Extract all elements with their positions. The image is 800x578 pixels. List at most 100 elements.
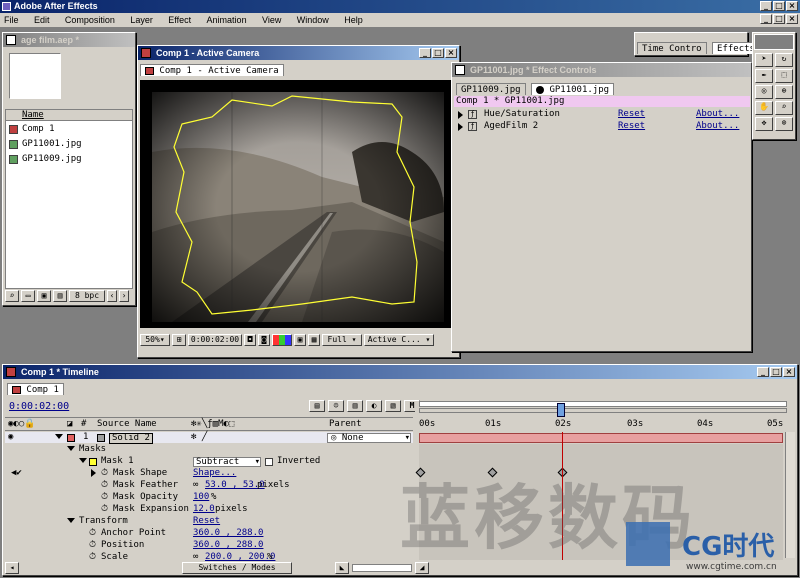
stopwatch-icon[interactable]: ⏱: [101, 492, 108, 503]
expand-arrow-icon[interactable]: [458, 123, 463, 131]
tab-gp11001[interactable]: GP11001.jpg: [531, 83, 615, 95]
tools-titlebar[interactable]: [754, 34, 794, 50]
trash-icon[interactable]: ▥: [53, 290, 67, 302]
mask-property-row[interactable]: ◀✔ ⏱ Mask Shape Shape...: [5, 468, 413, 479]
effect-row[interactable]: ƒ Hue/Saturation Reset About...: [454, 109, 750, 120]
folder-icon[interactable]: ▭: [21, 290, 35, 302]
menu-composition[interactable]: Composition: [65, 15, 115, 25]
mask-expand-arrow-icon[interactable]: [79, 456, 87, 467]
comp-minimize-button[interactable]: _: [419, 48, 431, 58]
layer-name[interactable]: Solid 2: [109, 433, 153, 444]
masks-group-row[interactable]: Masks: [5, 444, 413, 455]
orbit-camera-tool-icon[interactable]: ◎: [755, 85, 773, 99]
mask-row[interactable]: Mask 1 Subtract ▾ Inverted: [5, 456, 413, 467]
transform-property-row[interactable]: ⏱ Scale ∞ 200.0 , 200.0 %: [5, 552, 413, 562]
rectangle-mask-tool-icon[interactable]: ⬚: [775, 69, 793, 83]
project-item[interactable]: GP11009.jpg: [6, 154, 132, 165]
scroll-left-icon[interactable]: ‹: [107, 290, 117, 302]
project-titlebar[interactable]: age film.aep *: [3, 33, 135, 47]
mask-feather-value[interactable]: 53.0 , 53.0: [205, 480, 265, 491]
frame-blend-icon[interactable]: ▥: [347, 400, 363, 412]
comp-marker-icon[interactable]: ▤: [309, 400, 325, 412]
tab-time-controls[interactable]: Time Contro: [637, 42, 707, 54]
masks-expand-arrow-icon[interactable]: [67, 444, 75, 455]
timeline-maximize-button[interactable]: □: [770, 367, 782, 377]
timeline-vertical-scrollbar[interactable]: [785, 432, 795, 558]
region-icon[interactable]: ▣: [294, 334, 306, 346]
app-maximize-button[interactable]: □: [773, 1, 785, 11]
zoom-out-icon[interactable]: ◣: [335, 561, 349, 574]
mask-property-row[interactable]: ⏱ Mask Feather ∞ 53.0 , 53.0 pixels: [5, 480, 413, 491]
mask-mode-dropdown[interactable]: Subtract ▾: [193, 457, 261, 467]
mask-expansion-value[interactable]: 12.0: [193, 504, 215, 515]
resolution-dropdown[interactable]: Full ▾: [322, 334, 362, 346]
comp-frame-image[interactable]: [152, 92, 444, 322]
transform-group-row[interactable]: Transform Reset: [5, 516, 413, 527]
layer-expand-arrow-icon[interactable]: [55, 432, 63, 443]
mask-property-row[interactable]: ⏱ Mask Expansion 12.0 pixels: [5, 504, 413, 515]
inverted-checkbox[interactable]: [265, 458, 273, 466]
menu-layer[interactable]: Layer: [130, 15, 153, 25]
new-comp-icon[interactable]: ▣: [37, 290, 51, 302]
tab-comp-1[interactable]: Comp 1: [7, 383, 64, 395]
time-navigator[interactable]: [419, 408, 787, 413]
camera-dropdown[interactable]: Active C... ▾: [364, 334, 434, 346]
bpc-button[interactable]: 8 bpc: [69, 290, 105, 302]
effect-about-link[interactable]: About...: [696, 121, 739, 132]
snapshot-icon[interactable]: ◘: [244, 334, 256, 346]
parent-pickwhip-icon[interactable]: ◎: [331, 433, 336, 443]
rotate-tool-icon[interactable]: ↻: [775, 53, 793, 67]
transform-property-row[interactable]: ⏱ Anchor Point 360.0 , 288.0: [5, 528, 413, 539]
scroll-right-icon[interactable]: ›: [119, 290, 129, 302]
comp-titlebar[interactable]: Comp 1 - Active Camera _ □ ×: [138, 46, 459, 60]
project-item[interactable]: Comp 1: [6, 124, 132, 135]
column-number[interactable]: #: [81, 418, 86, 430]
graph-icon[interactable]: ▧: [385, 400, 401, 412]
effect-row[interactable]: ƒ AgedFilm 2 Reset About...: [454, 121, 750, 132]
mask-opacity-value[interactable]: 100: [193, 492, 209, 503]
work-area-bar[interactable]: [419, 401, 787, 407]
layer-row[interactable]: ◉ 1 Solid 2 ✻ ╱ ◎ None ▾: [5, 432, 413, 444]
menu-help[interactable]: Help: [344, 15, 363, 25]
stopwatch-icon[interactable]: ⏱: [101, 468, 108, 479]
find-icon[interactable]: ⌕: [5, 290, 19, 302]
layer-duration-bar[interactable]: [419, 433, 783, 443]
transform-expand-arrow-icon[interactable]: [67, 516, 75, 527]
mask-property-row[interactable]: ⏱ Mask Opacity 100 %: [5, 492, 413, 503]
menu-file[interactable]: File: [4, 15, 19, 25]
comp-viewer[interactable]: [140, 80, 457, 328]
mask-shape-value[interactable]: Shape...: [193, 468, 236, 479]
keyframe-nav-icon[interactable]: ◀✔: [11, 468, 22, 479]
timeline-titlebar[interactable]: Comp 1 * Timeline _ □ ×: [3, 365, 797, 379]
effect-controls-titlebar[interactable]: GP11001.jpg * Effect Controls: [452, 63, 751, 77]
pen-tool-icon[interactable]: ✒: [755, 69, 773, 83]
column-parent[interactable]: Parent: [329, 418, 362, 430]
project-column-header[interactable]: Name: [6, 110, 132, 121]
comp-close-button[interactable]: ×: [445, 48, 457, 58]
mask-name[interactable]: Mask 1: [101, 456, 134, 467]
menu-edit[interactable]: Edit: [34, 15, 50, 25]
column-source-name[interactable]: Source Name: [97, 418, 157, 430]
timeline-close-button[interactable]: ×: [783, 367, 795, 377]
transform-property-row[interactable]: ⏱ Position 360.0 , 288.0: [5, 540, 413, 551]
effect-reset-link[interactable]: Reset: [618, 109, 645, 120]
parent-dropdown[interactable]: ◎ None ▾: [327, 433, 411, 443]
app-minimize-button[interactable]: _: [760, 1, 772, 11]
switches-modes-toggle[interactable]: Switches / Modes: [182, 561, 292, 574]
track-z-tool-icon[interactable]: ⊚: [775, 117, 793, 131]
app-close-button[interactable]: ×: [786, 1, 798, 11]
layer-switches[interactable]: ✻ ╱: [191, 432, 207, 443]
property-expand-arrow-icon[interactable]: [91, 468, 96, 479]
comp-maximize-button[interactable]: □: [432, 48, 444, 58]
project-item[interactable]: GP11001.jpg: [6, 139, 132, 150]
timeline-minimize-button[interactable]: _: [757, 367, 769, 377]
timeline-tracks[interactable]: [415, 432, 783, 560]
selection-tool-icon[interactable]: ➤: [755, 53, 773, 67]
motion-blur-icon[interactable]: ◐: [366, 400, 382, 412]
menu-effect[interactable]: Effect: [168, 15, 191, 25]
zoom-slider[interactable]: [352, 563, 412, 572]
menu-view[interactable]: View: [262, 15, 281, 25]
effect-about-link[interactable]: About...: [696, 109, 739, 120]
link-icon[interactable]: ∞: [193, 480, 198, 491]
zoom-dropdown[interactable]: 50%▾: [140, 334, 170, 346]
